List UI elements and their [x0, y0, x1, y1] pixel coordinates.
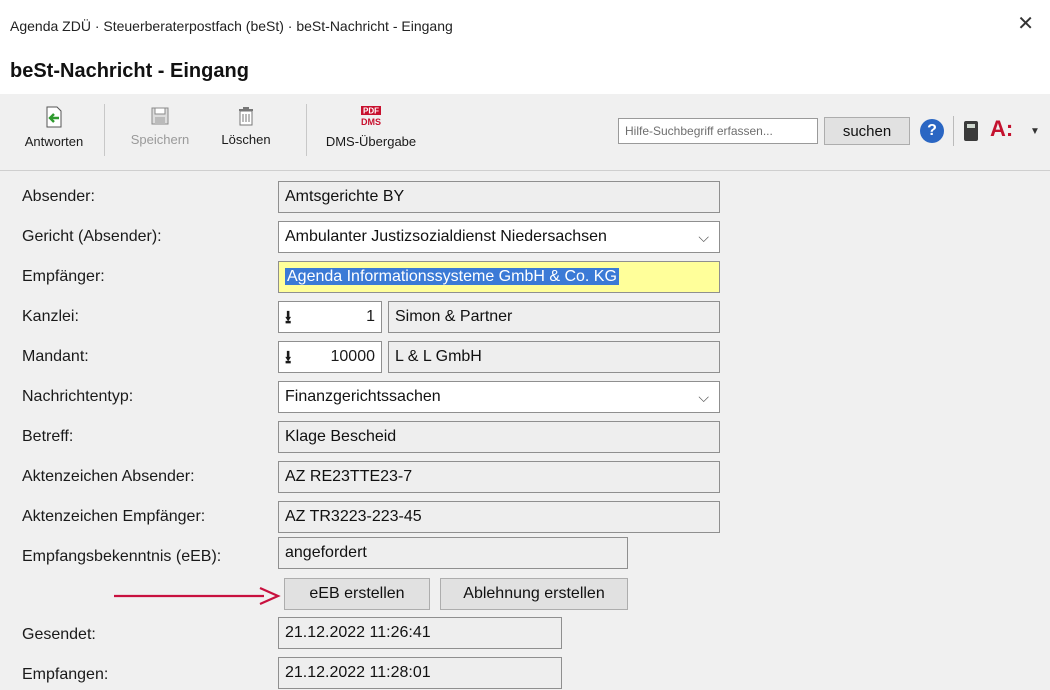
eeb-label: Empfangsbekenntnis (eEB):	[22, 548, 222, 565]
recipient-reference-label: Aktenzeichen Empfänger:	[22, 508, 206, 525]
agenda-logo[interactable]: A:	[990, 116, 1013, 142]
dms-transfer-button[interactable]: PDF DMS DMS-Übergabe	[316, 106, 426, 149]
court-label: Gericht (Absender):	[22, 228, 162, 245]
client-name-field[interactable]: L & L GmbH	[388, 341, 720, 373]
client-number-field[interactable]: ⭳ 10000	[278, 341, 382, 373]
page-title: beSt-Nachricht - Eingang	[10, 60, 249, 82]
save-icon	[151, 107, 169, 125]
toolbar-divider	[306, 104, 307, 156]
sender-reference-label: Aktenzeichen Absender:	[22, 468, 195, 485]
firm-label: Kanzlei:	[22, 308, 79, 325]
toolbar-divider	[104, 104, 105, 156]
reply-label: Antworten	[24, 134, 84, 149]
court-select-value: Ambulanter Justizsozialdienst Niedersach…	[285, 228, 607, 245]
subject-label: Betreff:	[22, 428, 74, 445]
download-icon[interactable]: ⭳	[285, 342, 291, 372]
trash-icon	[239, 107, 253, 126]
recipient-field[interactable]: Agenda Informationssysteme GmbH & Co. KG	[278, 261, 720, 293]
message-type-label: Nachrichtentyp:	[22, 388, 134, 405]
calculator-icon[interactable]	[964, 121, 978, 141]
eeb-status-field: angefordert	[278, 537, 628, 569]
sent-date-field: 21.12.2022 11:26:41	[278, 617, 562, 649]
client-number: 10000	[330, 348, 376, 365]
delete-button[interactable]: Löschen	[210, 106, 282, 147]
reply-icon	[46, 106, 62, 128]
search-button[interactable]: suchen	[824, 117, 910, 145]
window-title: Agenda ZDÜ · Steuerberaterpostfach (beSt…	[10, 18, 453, 34]
toolbar-divider	[953, 116, 954, 146]
recipient-label: Empfänger:	[22, 268, 105, 285]
firm-number-field[interactable]: ⭳ 1	[278, 301, 382, 333]
pdf-dms-icon: PDF DMS	[361, 106, 381, 127]
page-heading-bar: beSt-Nachricht - Eingang	[0, 50, 1050, 94]
firm-name-field[interactable]: Simon & Partner	[388, 301, 720, 333]
download-icon[interactable]: ⭳	[285, 302, 291, 332]
message-type-select[interactable]: Finanzgerichtssachen ⌵	[278, 381, 720, 413]
help-search-input[interactable]	[618, 118, 818, 144]
chevron-down-icon[interactable]: ▼	[1030, 126, 1040, 137]
court-select[interactable]: Ambulanter Justizsozialdienst Niedersach…	[278, 221, 720, 253]
chevron-down-icon[interactable]: ⌵	[698, 222, 709, 252]
sender-reference-field[interactable]: AZ RE23TTE23-7	[278, 461, 720, 493]
subject-field[interactable]: Klage Bescheid	[278, 421, 720, 453]
message-form: Absender: Amtsgerichte BY Gericht (Absen…	[0, 171, 1050, 690]
delete-label: Löschen	[221, 132, 271, 147]
dms-label: DMS-Übergabe	[325, 134, 417, 149]
close-icon[interactable]: ✕	[1017, 14, 1034, 34]
sender-label: Absender:	[22, 188, 95, 205]
message-type-value: Finanzgerichtssachen	[285, 388, 441, 405]
recipient-value: Agenda Informationssysteme GmbH & Co. KG	[285, 268, 619, 285]
pdf-icon-text: PDF	[363, 107, 379, 116]
title-bar: Agenda ZDÜ · Steuerberaterpostfach (beSt…	[0, 0, 1050, 50]
sender-field[interactable]: Amtsgerichte BY	[278, 181, 720, 213]
annotation-arrow	[114, 586, 281, 606]
help-icon[interactable]: ?	[920, 119, 944, 143]
firm-number: 1	[366, 308, 375, 325]
create-eeb-button[interactable]: eEB erstellen	[284, 578, 430, 610]
reply-button[interactable]: Antworten	[14, 106, 94, 149]
client-label: Mandant:	[22, 348, 89, 365]
dms-icon-text: DMS	[361, 117, 381, 127]
save-label: Speichern	[130, 132, 190, 147]
sent-label: Gesendet:	[22, 626, 96, 643]
app-window: Agenda ZDÜ · Steuerberaterpostfach (beSt…	[0, 0, 1050, 690]
chevron-down-icon[interactable]: ⌵	[698, 382, 709, 412]
recipient-reference-field[interactable]: AZ TR3223-223-45	[278, 501, 720, 533]
received-date-field: 21.12.2022 11:28:01	[278, 657, 562, 689]
received-label: Empfangen:	[22, 666, 109, 683]
create-rejection-button[interactable]: Ablehnung erstellen	[440, 578, 628, 610]
save-button[interactable]: Speichern	[120, 106, 200, 147]
